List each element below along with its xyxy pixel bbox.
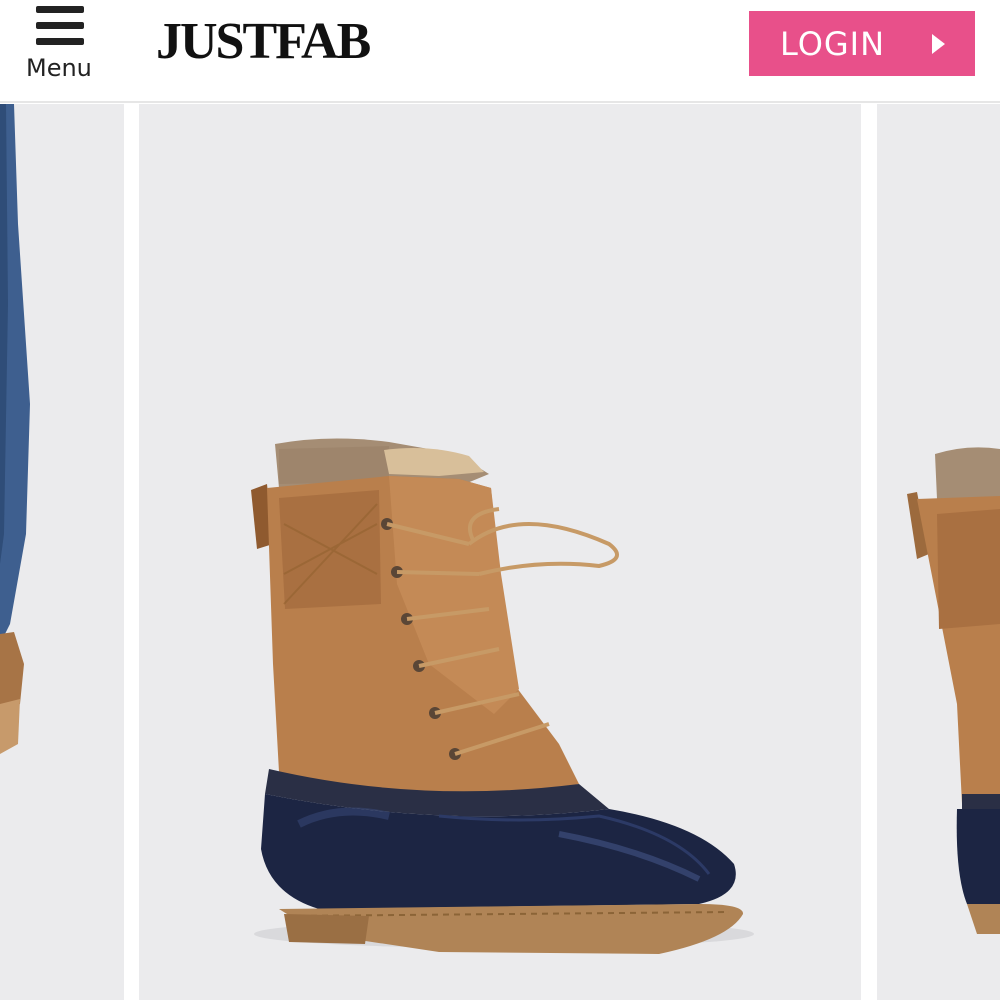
product-image-previous[interactable]: [0, 104, 124, 1000]
site-logo[interactable]: JUSTFAB: [156, 12, 371, 71]
hamburger-icon: [36, 6, 84, 48]
duck-boot-side-image: [907, 447, 1000, 934]
menu-label: Menu: [26, 54, 92, 82]
login-label: LOGIN: [780, 25, 886, 63]
product-image-carousel[interactable]: [0, 104, 1000, 1000]
login-button[interactable]: LOGIN: [749, 11, 975, 76]
duck-boot-image: [251, 438, 754, 954]
chevron-right-icon: [932, 34, 945, 54]
menu-button[interactable]: Menu: [22, 4, 106, 84]
site-header: Menu JUSTFAB LOGIN: [0, 0, 1000, 103]
product-image-main[interactable]: [139, 104, 861, 1000]
product-image-next[interactable]: [877, 104, 1000, 1000]
jeans-leg-image: [0, 104, 30, 754]
